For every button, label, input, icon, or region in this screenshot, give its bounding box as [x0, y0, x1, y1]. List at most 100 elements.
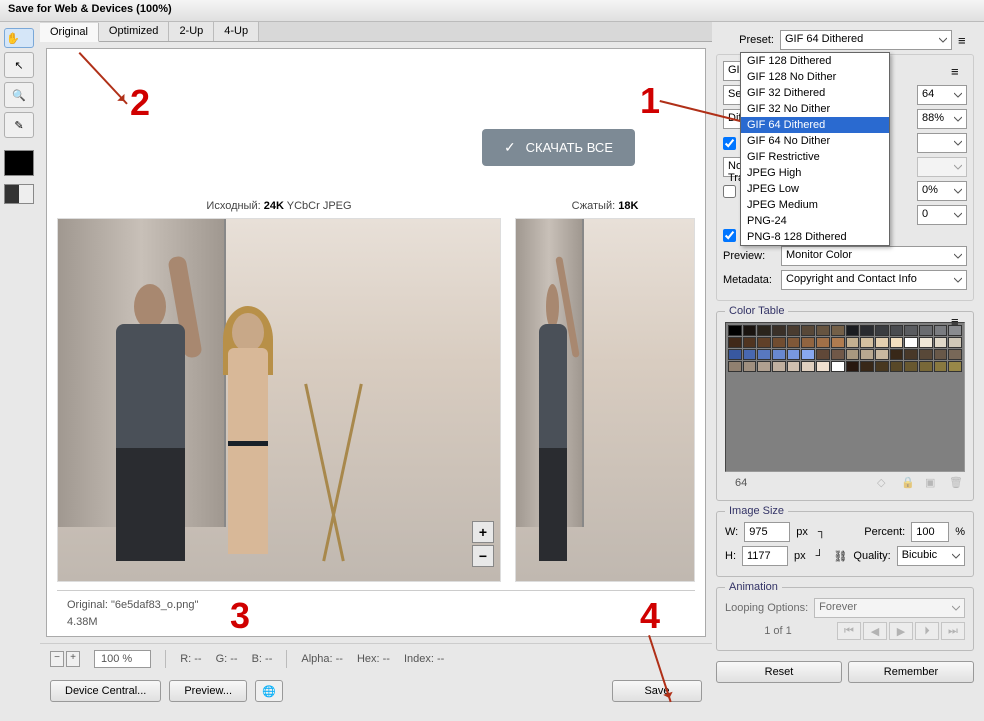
- color-swatch[interactable]: [772, 337, 786, 348]
- color-swatch[interactable]: [728, 349, 742, 360]
- color-swatch[interactable]: [934, 325, 948, 336]
- reset-button[interactable]: Reset: [716, 661, 842, 683]
- preset-option[interactable]: GIF 64 No Dither: [741, 133, 889, 149]
- color-swatch[interactable]: [860, 325, 874, 336]
- color-swatch[interactable]: [919, 349, 933, 360]
- slice-select-tool[interactable]: ↖: [4, 52, 34, 78]
- color-swatch[interactable]: [743, 325, 757, 336]
- color-swatch[interactable]: [948, 337, 962, 348]
- color-swatch[interactable]: [948, 349, 962, 360]
- color-swatch[interactable]: [860, 361, 874, 372]
- preset-option[interactable]: GIF 32 No Dither: [741, 101, 889, 117]
- preset-option[interactable]: GIF 32 Dithered: [741, 85, 889, 101]
- color-swatch[interactable]: [757, 325, 771, 336]
- color-swatch[interactable]: [787, 325, 801, 336]
- color-table-menu-icon[interactable]: [951, 314, 967, 328]
- web-snap-select[interactable]: 0%: [917, 181, 967, 201]
- color-swatch[interactable]: [919, 337, 933, 348]
- color-swatch[interactable]: [890, 349, 904, 360]
- color-swatch[interactable]: [801, 325, 815, 336]
- color-swatch[interactable]: [934, 361, 948, 372]
- preset-select[interactable]: GIF 64 Dithered: [780, 30, 952, 50]
- color-swatch[interactable]: [772, 325, 786, 336]
- color-swatch[interactable]: [831, 325, 845, 336]
- eyedropper-tool[interactable]: ✎: [4, 112, 34, 138]
- color-swatch[interactable]: [846, 349, 860, 360]
- width-input[interactable]: [744, 522, 790, 542]
- remember-button[interactable]: Remember: [848, 661, 974, 683]
- zoom-plus-icon[interactable]: +: [66, 651, 80, 667]
- color-swatch[interactable]: [890, 361, 904, 372]
- color-swatch[interactable]: [948, 361, 962, 372]
- toggle-slices-visibility[interactable]: [4, 184, 34, 204]
- zoom-minus-icon[interactable]: −: [50, 651, 64, 667]
- color-swatch[interactable]: [934, 337, 948, 348]
- matte-select[interactable]: [917, 133, 967, 153]
- color-swatch[interactable]: [875, 325, 889, 336]
- preset-dropdown[interactable]: GIF 128 DitheredGIF 128 No DitherGIF 32 …: [740, 52, 890, 246]
- constrain-link-icon[interactable]: ⛓: [833, 550, 847, 563]
- delete-color-icon[interactable]: 🗑: [949, 476, 963, 490]
- browser-preview-icon[interactable]: 🌐: [255, 680, 283, 702]
- color-swatch[interactable]: [801, 349, 815, 360]
- preview-select[interactable]: Monitor Color: [781, 246, 967, 266]
- preview-button[interactable]: Preview: [169, 680, 247, 702]
- preset-option[interactable]: GIF 128 Dithered: [741, 53, 889, 69]
- color-swatch[interactable]: [757, 361, 771, 372]
- preset-option[interactable]: JPEG High: [741, 165, 889, 181]
- snap-web-icon[interactable]: ◇: [877, 476, 891, 490]
- color-swatch[interactable]: [904, 361, 918, 372]
- color-swatch[interactable]: [816, 361, 830, 372]
- metadata-select[interactable]: Copyright and Contact Info: [781, 270, 967, 290]
- color-swatch[interactable]: [846, 361, 860, 372]
- preset-option[interactable]: GIF Restrictive: [741, 149, 889, 165]
- color-swatch[interactable]: [816, 337, 830, 348]
- color-swatch[interactable]: [801, 361, 815, 372]
- preset-option[interactable]: GIF 128 No Dither: [741, 69, 889, 85]
- color-swatch[interactable]: [772, 349, 786, 360]
- device-central-button[interactable]: Device Central: [50, 680, 161, 702]
- dither-amount-select[interactable]: 88%: [917, 109, 967, 129]
- color-swatch[interactable]: [743, 337, 757, 348]
- color-swatch[interactable]: [728, 361, 742, 372]
- color-swatch[interactable]: [816, 325, 830, 336]
- save-button[interactable]: Save: [612, 680, 702, 702]
- optimize-menu-icon[interactable]: [951, 64, 967, 78]
- color-swatch[interactable]: [875, 361, 889, 372]
- color-swatch[interactable]: [743, 349, 757, 360]
- tab-optimized[interactable]: Optimized: [99, 22, 170, 41]
- tab-2up[interactable]: 2-Up: [169, 22, 214, 41]
- zoom-tool[interactable]: 🔍: [4, 82, 34, 108]
- color-swatch[interactable]: [890, 325, 904, 336]
- color-swatch[interactable]: [860, 337, 874, 348]
- zoom-in-button[interactable]: +: [472, 521, 494, 543]
- color-swatch[interactable]: [831, 349, 845, 360]
- color-swatch[interactable]: [787, 349, 801, 360]
- lossy-select[interactable]: 0: [917, 205, 967, 225]
- eyedropper-color-swatch[interactable]: [4, 150, 34, 176]
- color-swatch[interactable]: [904, 325, 918, 336]
- color-swatch[interactable]: [816, 349, 830, 360]
- zoom-select[interactable]: 100 %: [94, 650, 151, 668]
- color-swatch[interactable]: [831, 361, 845, 372]
- color-swatch[interactable]: [728, 337, 742, 348]
- tab-original[interactable]: Original: [40, 23, 99, 42]
- color-swatch[interactable]: [787, 337, 801, 348]
- color-swatch[interactable]: [831, 337, 845, 348]
- color-swatch[interactable]: [846, 337, 860, 348]
- color-swatch[interactable]: [757, 337, 771, 348]
- color-swatch[interactable]: [846, 325, 860, 336]
- color-swatch[interactable]: [728, 325, 742, 336]
- preset-option[interactable]: PNG-8 128 Dithered: [741, 229, 889, 245]
- color-table[interactable]: [725, 322, 965, 472]
- preset-menu-icon[interactable]: [958, 33, 974, 47]
- color-swatch[interactable]: [904, 337, 918, 348]
- color-swatch[interactable]: [801, 337, 815, 348]
- color-swatch[interactable]: [787, 361, 801, 372]
- download-all-button[interactable]: СКАЧАТЬ ВСЕ: [482, 129, 635, 166]
- color-swatch[interactable]: [934, 349, 948, 360]
- color-swatch[interactable]: [743, 361, 757, 372]
- height-input[interactable]: [742, 546, 788, 566]
- quality-select[interactable]: Bicubic: [897, 546, 965, 566]
- zoom-out-button[interactable]: −: [472, 545, 494, 567]
